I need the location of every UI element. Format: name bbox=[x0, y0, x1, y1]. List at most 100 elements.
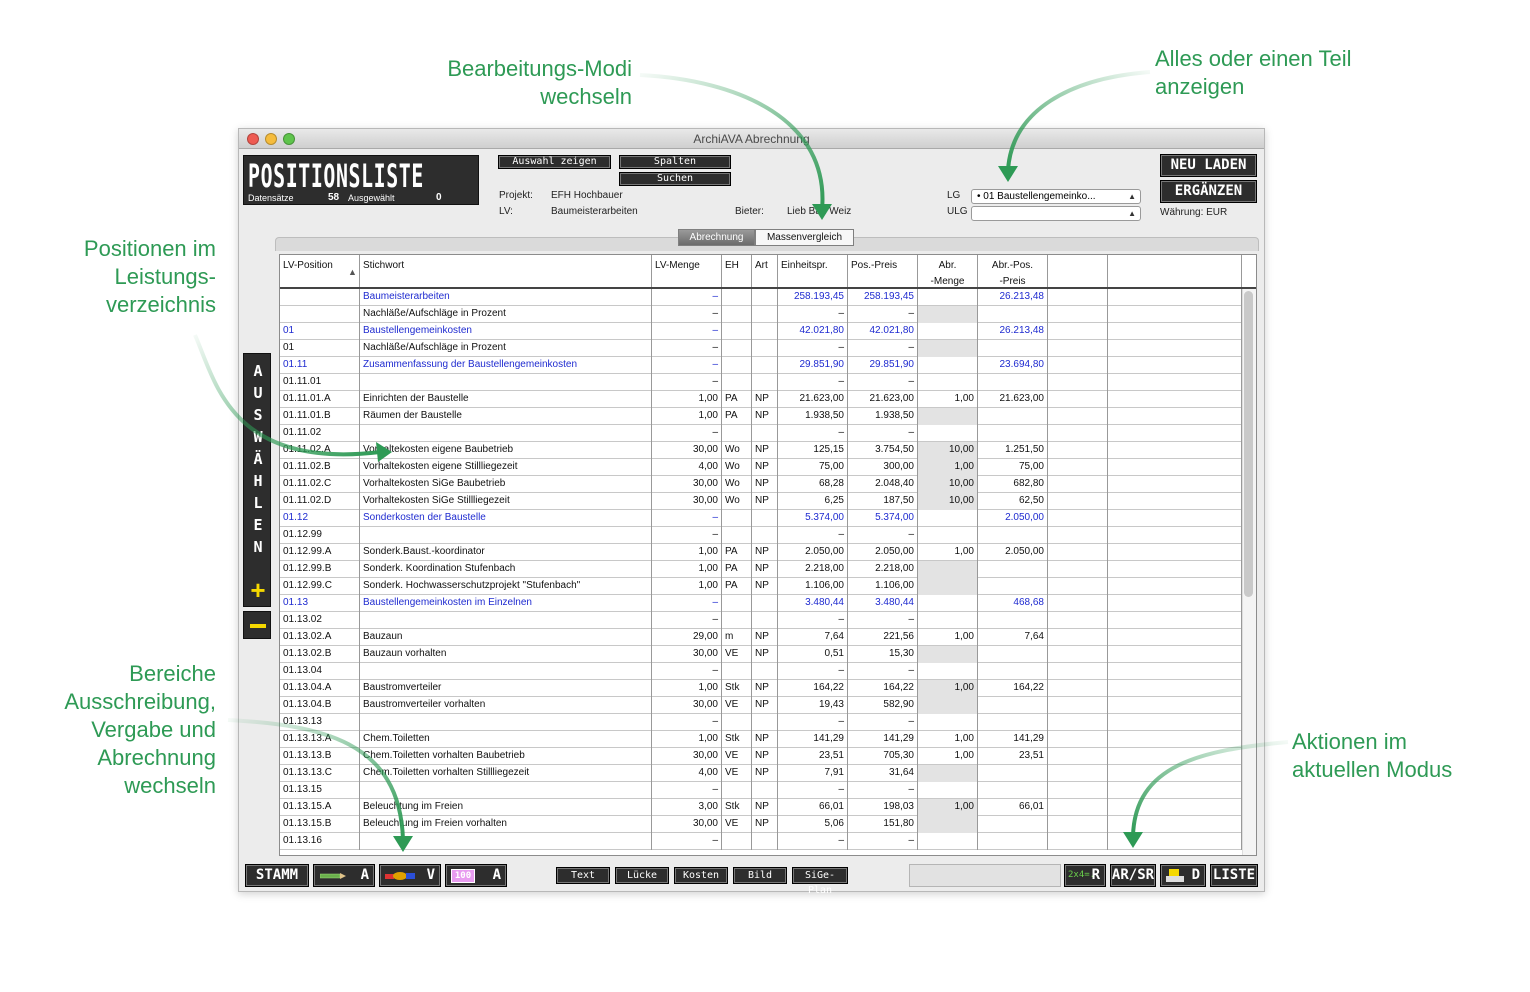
luecke-button[interactable]: Lücke bbox=[615, 867, 669, 884]
liste-button[interactable]: LISTE bbox=[1210, 864, 1258, 887]
cell-ep: 75,00 bbox=[778, 459, 848, 476]
cell-empty bbox=[1108, 340, 1242, 357]
zoom-window-button[interactable] bbox=[283, 133, 295, 145]
column-header-eh[interactable]: EH bbox=[722, 255, 752, 287]
table-row[interactable]: 01.13.04.B Baustromverteiler vorhalten 30,… bbox=[280, 697, 1242, 714]
table-row[interactable]: 01.13.02.A Bauzaun 29,00 m NP 7,64 221,56 1,00 7… bbox=[280, 629, 1242, 646]
table-row[interactable]: 01.12.99– – – bbox=[280, 527, 1242, 544]
column-header-menge[interactable]: LV-Menge bbox=[652, 255, 722, 287]
ausschreibung-button[interactable]: A bbox=[313, 864, 375, 887]
table-row[interactable]: 01.11.01– – – bbox=[280, 374, 1242, 391]
table-row[interactable]: 01.11.02– – – bbox=[280, 425, 1242, 442]
column-header-ap[interactable]: Abr.-Pos. -Preis bbox=[978, 255, 1048, 287]
cell-stich bbox=[360, 425, 652, 442]
ausschreibung-label: A bbox=[360, 867, 369, 883]
ulg-select[interactable]: ▲ bbox=[971, 206, 1141, 221]
auswahl-zeigen-button[interactable]: Auswahl zeigen bbox=[498, 155, 611, 169]
cell-pp: 15,30 bbox=[848, 646, 918, 663]
printer-icon bbox=[1166, 869, 1184, 882]
cell-pos: 01.13.16 bbox=[280, 833, 360, 850]
table-row[interactable]: 01.12.99.B Sonderk. Koordination Stufenba… bbox=[280, 561, 1242, 578]
table-row[interactable]: 01.13.15– – – bbox=[280, 782, 1242, 799]
minimize-window-button[interactable] bbox=[265, 133, 277, 145]
projekt-value: EFH Hochbauer bbox=[551, 190, 623, 201]
cell-art bbox=[752, 527, 778, 544]
bild-button[interactable]: Bild bbox=[733, 867, 787, 884]
table-row[interactable]: 01.11.02.D Vorhaltekosten SiGe Stillliege… bbox=[280, 493, 1242, 510]
cell-pos: 01 bbox=[280, 323, 360, 340]
table-row[interactable]: 01.13.13.A Chem.Toiletten 1,00 Stk NP 141,29 1… bbox=[280, 731, 1242, 748]
cell-art bbox=[752, 357, 778, 374]
minus-icon bbox=[250, 624, 266, 628]
cell-pos: 01.13.15 bbox=[280, 782, 360, 799]
table-row[interactable]: 01 Baustellengemeinkosten – 42.021,80 42.021… bbox=[280, 323, 1242, 340]
cell-ap: 141,29 bbox=[978, 731, 1048, 748]
cell-empty bbox=[1048, 442, 1108, 459]
cell-menge: 29,00 bbox=[652, 629, 722, 646]
table-row[interactable]: 01.13.15.A Beleuchtung im Freien 3,00 Stk NP… bbox=[280, 799, 1242, 816]
spalten-button[interactable]: Spalten bbox=[619, 155, 731, 169]
table-row[interactable]: 01.11.02.A Vorhaltekosten eigene Baubetri… bbox=[280, 442, 1242, 459]
table-row[interactable]: 01.13.02.B Bauzaun vorhalten 30,00 VE NP 0,51… bbox=[280, 646, 1242, 663]
table-row[interactable]: 01 Nachläße/Aufschläge in Prozent – – – bbox=[280, 340, 1242, 357]
table-row[interactable]: 01.11.01.A Einrichten der Baustelle 1,00 PA… bbox=[280, 391, 1242, 408]
tab-massenvergleich[interactable]: Massenvergleich bbox=[755, 229, 854, 246]
cell-am bbox=[918, 340, 978, 357]
cell-am: 1,00 bbox=[918, 799, 978, 816]
abrechnung-button[interactable]: 100 A bbox=[445, 864, 507, 887]
plus-icon[interactable]: + bbox=[248, 577, 268, 603]
table-row[interactable]: 01.13 Baustellengemeinkosten im Einzelnen… bbox=[280, 595, 1242, 612]
table-row[interactable]: 01.11.02.C Vorhaltekosten SiGe Baubetrieb… bbox=[280, 476, 1242, 493]
kosten-button[interactable]: Kosten bbox=[674, 867, 728, 884]
scrollbar-thumb[interactable] bbox=[1244, 291, 1253, 597]
column-header-am[interactable]: Abr. -Menge bbox=[918, 255, 978, 287]
table-row[interactable]: 01.12 Sonderkosten der Baustelle – 5.374,00… bbox=[280, 510, 1242, 527]
table-row[interactable]: 01.13.04.A Baustromverteiler 1,00 Stk NP 164,… bbox=[280, 680, 1242, 697]
ergaenzen-button[interactable]: ERGÄNZEN bbox=[1160, 180, 1257, 203]
table-row[interactable]: 01.13.02– – – bbox=[280, 612, 1242, 629]
table-row[interactable]: Baumeisterarbeiten – 258.193,45 258.193,45 2… bbox=[280, 289, 1242, 306]
cell-pp: 3.754,50 bbox=[848, 442, 918, 459]
table-row[interactable]: 01.13.15.B Beleuchtung im Freien vorhalte… bbox=[280, 816, 1242, 833]
cell-eh: PA bbox=[722, 544, 752, 561]
arsr-button[interactable]: AR/SR bbox=[1110, 864, 1156, 887]
cell-eh: PA bbox=[722, 561, 752, 578]
sort-ascending-icon[interactable]: ▲ bbox=[348, 267, 357, 277]
table-row[interactable]: 01.13.16– – – bbox=[280, 833, 1242, 850]
table-row[interactable]: 01.11.01.B Räumen der Baustelle 1,00 PA NP 1.… bbox=[280, 408, 1242, 425]
table-row[interactable]: 01.13.04– – – bbox=[280, 663, 1242, 680]
tab-abrechnung[interactable]: Abrechnung bbox=[678, 229, 755, 246]
column-header-art[interactable]: Art bbox=[752, 255, 778, 287]
table-row[interactable]: 01.11 Zusammenfassung der Baustellengemei… bbox=[280, 357, 1242, 374]
cell-ap: 23,51 bbox=[978, 748, 1048, 765]
stamm-button[interactable]: STAMM bbox=[245, 864, 309, 887]
cell-pos: 01.13.13.A bbox=[280, 731, 360, 748]
table-row[interactable]: Nachläße/Aufschläge in Prozent – – – bbox=[280, 306, 1242, 323]
column-header-ep[interactable]: Einheitspr. bbox=[778, 255, 848, 287]
text-button[interactable]: Text bbox=[556, 867, 610, 884]
druck-button[interactable]: D bbox=[1160, 864, 1206, 887]
suchen-button[interactable]: Suchen bbox=[619, 172, 731, 186]
sige-plan-button[interactable]: SiGe-Plan bbox=[792, 867, 848, 896]
table-row[interactable]: 01.12.99.C Sonderk. Hochwasserschutzproje… bbox=[280, 578, 1242, 595]
table-row[interactable]: 01.12.99.A Sonderk.Baust.-koordinator 1,00… bbox=[280, 544, 1242, 561]
rechnen-button[interactable]: 2x4=. R bbox=[1064, 864, 1106, 887]
bieter-label: Bieter: bbox=[735, 206, 764, 217]
minus-button[interactable] bbox=[243, 611, 271, 639]
cell-ep: 68,28 bbox=[778, 476, 848, 493]
table-row[interactable]: 01.13.13.B Chem.Toiletten vorhalten Baube… bbox=[280, 748, 1242, 765]
table-row[interactable]: 01.11.02.B Vorhaltekosten eigene Stilllie… bbox=[280, 459, 1242, 476]
close-window-button[interactable] bbox=[247, 133, 259, 145]
table-row[interactable]: 01.13.13– – – bbox=[280, 714, 1242, 731]
cell-pos: 01.13.02.B bbox=[280, 646, 360, 663]
column-header-stich[interactable]: Stichwort bbox=[360, 255, 652, 287]
neu-laden-button[interactable]: NEU LADEN bbox=[1160, 154, 1257, 177]
cell-pos bbox=[280, 306, 360, 323]
column-header-pp[interactable]: Pos.-Preis bbox=[848, 255, 918, 287]
auswaehlen-button[interactable]: AUSWÄHLEN + bbox=[243, 353, 271, 607]
vergabe-button[interactable]: V bbox=[379, 864, 441, 887]
cell-eh: VE bbox=[722, 748, 752, 765]
lg-select[interactable]: • 01 Baustellengemeinko... ▲ bbox=[971, 189, 1141, 204]
cell-pp: 3.480,44 bbox=[848, 595, 918, 612]
table-row[interactable]: 01.13.13.C Chem.Toiletten vorhalten Still… bbox=[280, 765, 1242, 782]
